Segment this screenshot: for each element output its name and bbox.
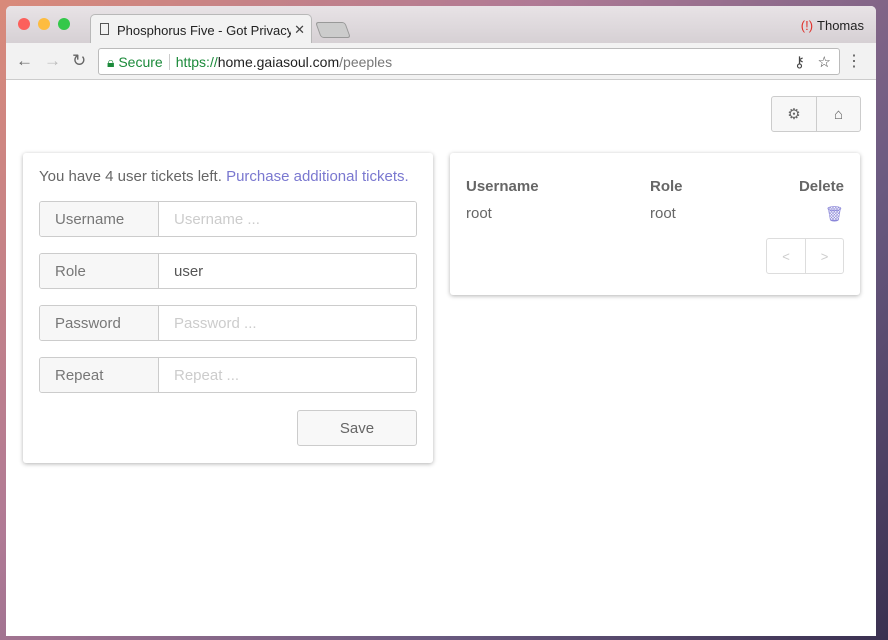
- url-scheme: https://: [175, 54, 218, 70]
- close-tab-icon[interactable]: ✕: [291, 22, 305, 38]
- role-input[interactable]: [159, 254, 416, 288]
- document-icon: [100, 23, 109, 35]
- header-username: Username: [466, 178, 539, 195]
- table-header: Username Role Delete: [466, 173, 844, 200]
- header-role: Role: [650, 178, 683, 195]
- username-field: Username: [39, 201, 417, 237]
- password-field: Password: [39, 305, 417, 341]
- sync-error-icon: (!): [800, 18, 814, 33]
- key-icon[interactable]: ⚷: [794, 53, 805, 71]
- password-label: Password: [40, 306, 159, 340]
- forward-icon[interactable]: →: [44, 51, 61, 71]
- password-input[interactable]: [159, 306, 416, 340]
- settings-button[interactable]: ⚙: [772, 97, 816, 131]
- toolbar-buttons: ⚙ ⌂: [771, 96, 861, 132]
- new-tab-button[interactable]: [315, 22, 351, 38]
- role-label: Role: [40, 254, 159, 288]
- reload-icon[interactable]: ↻: [72, 51, 86, 71]
- header-delete: Delete: [798, 178, 844, 195]
- page-content: ⚙ ⌂ You have 4 user tickets left. Purcha…: [6, 80, 876, 636]
- table-row: root root 🗑︎: [466, 200, 844, 227]
- cell-username: root: [466, 205, 492, 222]
- create-user-card: You have 4 user tickets left. Purchase a…: [23, 153, 433, 463]
- repeat-input[interactable]: [159, 358, 416, 392]
- title-bar: Phosphorus Five - Got Privacy? ✕ (!) Thom…: [6, 6, 876, 44]
- address-bar[interactable]: 🔒︎ Secure https://home.gaiasoul.com/peepl…: [98, 48, 840, 75]
- role-field: Role: [39, 253, 417, 289]
- next-page-button[interactable]: >: [805, 239, 843, 273]
- purchase-tickets-link[interactable]: Purchase additional tickets.: [226, 168, 409, 185]
- star-icon[interactable]: ☆: [818, 53, 831, 71]
- close-window-button[interactable]: [18, 18, 30, 30]
- trash-icon[interactable]: 🗑︎: [825, 205, 844, 223]
- tab-title: Phosphorus Five - Got Privacy?: [117, 23, 301, 38]
- url-host: home.gaiasoul.com: [217, 54, 340, 70]
- repeat-field: Repeat: [39, 357, 417, 393]
- repeat-label: Repeat: [40, 358, 159, 392]
- browser-toolbar: ← → ↻ 🔒︎ Secure https://home.gaiasoul.com…: [6, 43, 876, 80]
- tickets-text: You have 4 user tickets left.: [39, 168, 222, 185]
- maximize-window-button[interactable]: [58, 18, 70, 30]
- home-icon: ⌂: [833, 105, 844, 123]
- minimize-window-button[interactable]: [38, 18, 50, 30]
- secure-label: Secure: [118, 54, 163, 70]
- previous-page-button[interactable]: <: [767, 239, 805, 273]
- tickets-info: You have 4 user tickets left. Purchase a…: [39, 168, 417, 185]
- profile-name: Thomas: [817, 18, 864, 33]
- home-button[interactable]: ⌂: [816, 97, 860, 131]
- username-input[interactable]: [159, 202, 416, 236]
- back-icon[interactable]: ←: [16, 51, 33, 71]
- save-button[interactable]: Save: [297, 410, 417, 446]
- username-label: Username: [40, 202, 159, 236]
- profile-button[interactable]: (!) Thomas: [801, 18, 864, 33]
- url-path: /peeples: [339, 54, 393, 70]
- users-card: Username Role Delete root root 🗑︎ < >: [450, 153, 860, 295]
- menu-icon[interactable]: ⋮: [846, 51, 862, 71]
- pager: < >: [766, 238, 844, 274]
- browser-tab[interactable]: Phosphorus Five - Got Privacy? ✕: [90, 14, 312, 44]
- lock-icon: 🔒︎: [107, 54, 115, 70]
- gear-icon: ⚙: [787, 106, 801, 123]
- cell-role: root: [650, 205, 676, 222]
- browser-window: Phosphorus Five - Got Privacy? ✕ (!) Thom…: [6, 6, 876, 636]
